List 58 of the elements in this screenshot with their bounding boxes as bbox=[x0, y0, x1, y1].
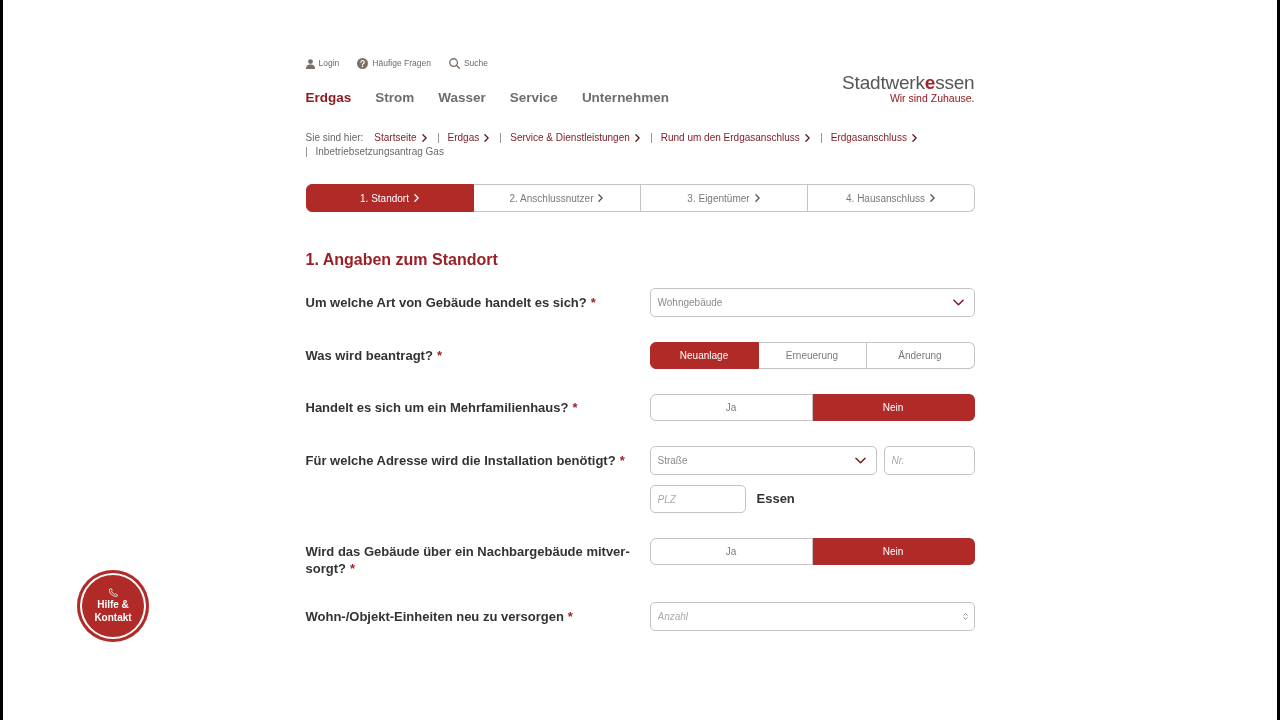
chevron-icon bbox=[929, 194, 935, 202]
stepper-arrows-icon[interactable] bbox=[962, 612, 968, 621]
chevron-icon bbox=[911, 134, 917, 142]
select-field[interactable]: Wohngebäude bbox=[649, 288, 975, 317]
chevron-icon bbox=[598, 194, 604, 202]
step-tab[interactable]: 4. Hausanschluss bbox=[807, 184, 975, 212]
nav-link[interactable]: Erdgas bbox=[305, 88, 352, 108]
phone-icon bbox=[108, 588, 118, 597]
breadcrumb-link[interactable]: Erdgasanschluss bbox=[830, 131, 917, 145]
chevron-down-icon bbox=[854, 457, 866, 464]
chevron-icon bbox=[754, 194, 760, 202]
chevron-icon bbox=[484, 134, 490, 142]
logo-wordmark: Stadtwerkessen bbox=[842, 74, 975, 92]
chevron-icon bbox=[634, 134, 640, 142]
help-contact-button[interactable]: Hilfe & Kontakt bbox=[77, 570, 149, 642]
section-title: 1. Angaben zum Standort bbox=[305, 250, 499, 270]
field-label: Um welche Art von Gebäude handelt es sich? * bbox=[305, 294, 596, 311]
option-button[interactable]: Nein bbox=[812, 538, 975, 565]
step-tab[interactable]: 3. Eigentümer bbox=[640, 184, 808, 212]
chevron-icon bbox=[804, 134, 810, 142]
header-link[interactable]: Login bbox=[305, 57, 340, 70]
user-icon bbox=[305, 58, 315, 69]
help-icon bbox=[357, 58, 369, 69]
city-text: Essen bbox=[756, 490, 795, 509]
field-label: Was wird beantragt? * bbox=[305, 347, 442, 364]
breadcrumb-label: Sie sind hier: bbox=[305, 131, 364, 145]
option-button[interactable]: Nein bbox=[812, 394, 975, 421]
step-tab[interactable]: 1. Standort bbox=[305, 184, 474, 212]
search-icon bbox=[448, 58, 460, 69]
breadcrumb-current: Inbetriebsetzungsantrag Gas bbox=[315, 145, 444, 159]
nav-link[interactable]: Unternehmen bbox=[581, 88, 669, 108]
number-input[interactable]: Anzahl bbox=[649, 602, 975, 631]
field-label: Wird das Gebäude über ein Nachbargebäude mitver-sorgt? * bbox=[305, 543, 631, 577]
street-select[interactable]: Straße bbox=[649, 446, 877, 475]
option-button[interactable]: Änderung bbox=[866, 342, 975, 369]
nav-link[interactable]: Wasser bbox=[438, 88, 486, 108]
chevron-icon bbox=[421, 134, 427, 142]
option-button[interactable]: Ja bbox=[649, 538, 813, 565]
breadcrumb-link[interactable]: Startseite bbox=[374, 131, 427, 145]
option-button[interactable]: Erneuerung bbox=[758, 342, 867, 369]
chevron-down-icon bbox=[952, 299, 964, 306]
field-label: Handelt es sich um ein Mehrfamilienhaus? * bbox=[305, 399, 578, 416]
header-link[interactable]: Häufige Fragen bbox=[357, 57, 431, 70]
nav-link[interactable]: Service bbox=[509, 88, 558, 108]
house-number-input[interactable]: Nr. bbox=[883, 446, 975, 475]
field-label: Wohn-/Objekt-Einheiten neu zu versorgen * bbox=[305, 608, 573, 625]
step-tab[interactable]: 2. Anschlussnutzer bbox=[473, 184, 641, 212]
option-button[interactable]: Ja bbox=[649, 394, 813, 421]
option-button[interactable]: Neuanlage bbox=[649, 342, 759, 369]
chevron-icon bbox=[413, 194, 419, 202]
breadcrumb-link[interactable]: Erdgas bbox=[447, 131, 490, 145]
logo-tagline: Wir sind Zuhause. bbox=[889, 92, 975, 104]
breadcrumb-link[interactable]: Rund um den Erdgasanschluss bbox=[660, 131, 810, 145]
zip-input[interactable]: PLZ bbox=[649, 485, 746, 513]
field-label: Für welche Adresse wird die Installation benötigt? * bbox=[305, 452, 625, 469]
header-link[interactable]: Suche bbox=[448, 57, 488, 70]
nav-link[interactable]: Strom bbox=[375, 88, 415, 108]
breadcrumb-link[interactable]: Service & Dienstleistungen bbox=[510, 131, 640, 145]
